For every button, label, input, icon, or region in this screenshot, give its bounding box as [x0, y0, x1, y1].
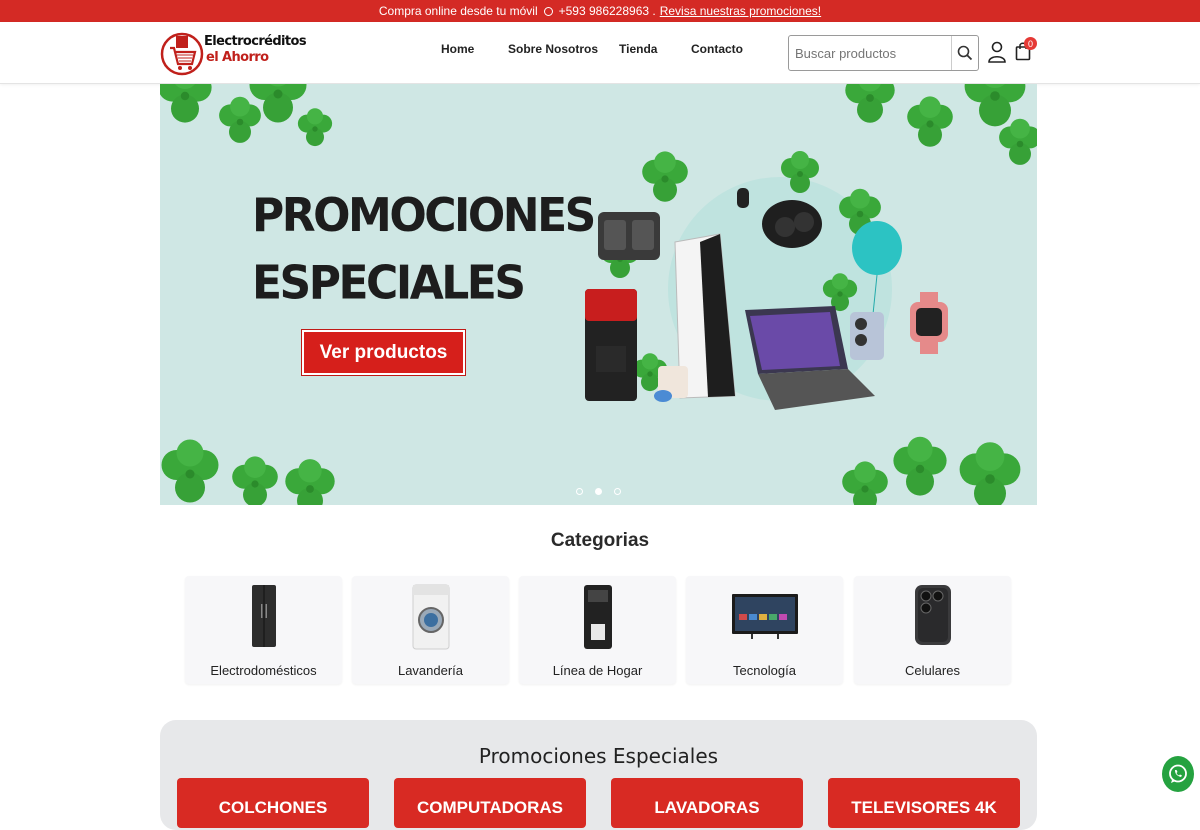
category-label: Celulares: [905, 663, 960, 678]
top-announcement-bar: Compra online desde tu móvil +593 986228…: [0, 0, 1200, 22]
category-label: Electrodomésticos: [210, 663, 317, 678]
hero-title-line-1: PROMOCIONES: [252, 189, 596, 243]
carousel-dot-1[interactable]: [576, 488, 583, 495]
site-header: Electrocréditos el Ahorro Home Sobre Nos…: [0, 22, 1200, 84]
promo-card-computers[interactable]: COMPUTADORAS: [394, 778, 586, 828]
promo-card-mattresses[interactable]: COLCHONES: [177, 778, 369, 828]
coffee-maker-icon: [583, 585, 612, 649]
carousel-dot-2[interactable]: [595, 488, 602, 495]
search-box: [788, 35, 979, 71]
refrigerator-icon: [251, 585, 276, 647]
shopping-cart-logo-icon: [160, 32, 204, 76]
announcement-text: Compra online desde tu móvil: [378, 4, 538, 18]
logo[interactable]: Electrocréditos el Ahorro: [160, 26, 307, 78]
logo-name: Electrocréditos: [204, 34, 307, 49]
announcement-phone[interactable]: +593 986228963 .: [559, 4, 656, 18]
search-input[interactable]: [789, 36, 951, 70]
promo-card-washers[interactable]: LAVADORAS: [611, 778, 803, 828]
whatsapp-chat-button[interactable]: [1162, 756, 1194, 792]
category-card-appliances[interactable]: Electrodomésticos: [185, 576, 342, 684]
nav-about-us[interactable]: Sobre Nosotros: [508, 42, 598, 56]
hero-title: PROMOCIONES ESPECIALES: [252, 183, 596, 317]
category-card-technology[interactable]: Tecnología: [686, 576, 843, 684]
search-icon: [957, 45, 973, 61]
promo-card-tvs[interactable]: TELEVISORES 4K: [828, 778, 1020, 828]
hero-title-line-2: ESPECIALES: [252, 256, 526, 310]
whatsapp-icon: [1169, 764, 1187, 783]
cart-count-badge: 0: [1024, 37, 1037, 50]
carousel-dot-3[interactable]: [614, 488, 621, 495]
smartphone-icon: [914, 585, 951, 645]
category-card-phones[interactable]: Celulares: [854, 576, 1011, 684]
categories-title: Categorias: [550, 530, 650, 551]
view-products-button[interactable]: Ver productos: [301, 329, 466, 376]
category-card-home-line[interactable]: Línea de Hogar: [519, 576, 676, 684]
nav-home[interactable]: Home: [441, 42, 474, 56]
category-label: Tecnología: [733, 663, 796, 678]
user-icon[interactable]: [988, 41, 1006, 63]
hero-banner[interactable]: PROMOCIONES ESPECIALES Ver productos: [160, 84, 1037, 505]
promotions-title: Promociones Especiales: [478, 744, 719, 768]
category-label: Línea de Hogar: [552, 663, 643, 678]
television-icon: [731, 594, 798, 639]
whatsapp-icon: [543, 6, 553, 16]
carousel-dots: [576, 488, 621, 495]
nav-shop[interactable]: Tienda: [619, 42, 657, 56]
category-label: Lavandería: [397, 663, 464, 678]
category-card-laundry[interactable]: Lavandería: [352, 576, 509, 684]
logo-tagline: el Ahorro: [206, 50, 269, 65]
special-promotions-section: Promociones Especiales COLCHONES COMPUTA…: [160, 720, 1037, 830]
promotions-link[interactable]: Revisa nuestras promociones!: [660, 4, 821, 18]
search-button[interactable]: [951, 36, 978, 70]
nav-contact[interactable]: Contacto: [691, 42, 743, 56]
washing-machine-icon: [412, 584, 449, 650]
